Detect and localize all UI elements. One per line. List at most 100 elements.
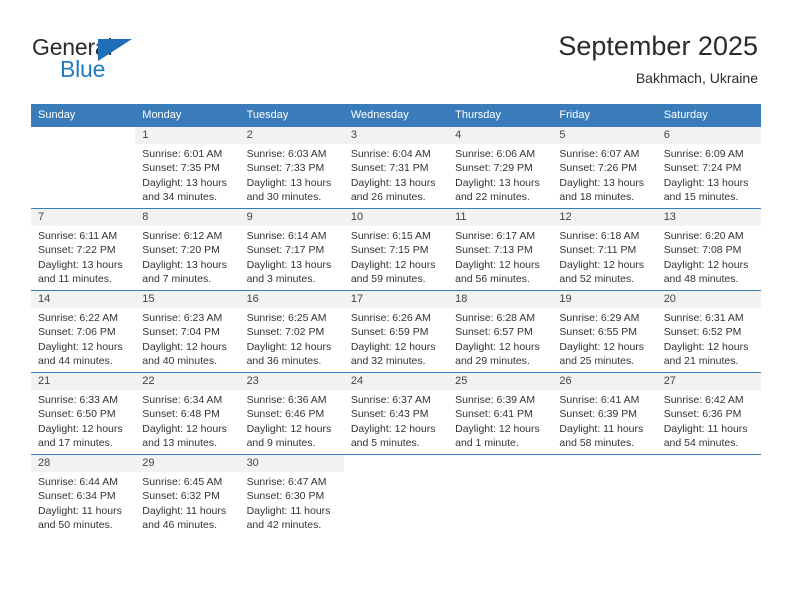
calendar-day-cell[interactable]: 9 Sunrise: 6:14 AM Sunset: 7:17 PM Daylight… (239, 208, 344, 290)
calendar-day-cell[interactable]: 22 Sunrise: 6:34 AM Sunset: 6:48 PM Dayligh… (135, 372, 240, 454)
day-sun-info: Sunrise: 6:06 AM Sunset: 7:29 PM Daylight:… (448, 144, 552, 204)
day-sun-info: Sunrise: 6:31 AM Sunset: 6:52 PM Daylight:… (657, 308, 761, 368)
calendar-day-cell[interactable]: 13 Sunrise: 6:20 AM Sunset: 7:08 PM Dayligh… (656, 208, 761, 290)
calendar-day-cell[interactable]: 23 Sunrise: 6:36 AM Sunset: 6:46 PM Dayligh… (239, 372, 344, 454)
sunset-text: Sunset: 7:24 PM (663, 162, 742, 175)
calendar-day-cell[interactable]: 1 Sunrise: 6:01 AM Sunset: 7:35 PM Daylight… (135, 126, 240, 208)
daylight-text-line2: and 5 minutes. (350, 436, 420, 449)
sunrise-text: Sunrise: 6:04 AM (350, 148, 431, 160)
calendar-day-cell[interactable]: 21 Sunrise: 6:33 AM Sunset: 6:50 PM Dayligh… (31, 372, 136, 454)
calendar-day-cell-empty (448, 454, 553, 536)
day-number (448, 455, 552, 472)
calendar-day-cell[interactable]: 18 Sunrise: 6:28 AM Sunset: 6:57 PM Dayligh… (448, 290, 553, 372)
calendar-day-cell[interactable]: 12 Sunrise: 6:18 AM Sunset: 7:11 PM Dayligh… (552, 208, 657, 290)
calendar-day-cell[interactable]: 19 Sunrise: 6:29 AM Sunset: 6:55 PM Dayligh… (552, 290, 657, 372)
sunrise-text: Sunrise: 6:47 AM (246, 476, 327, 488)
calendar-day-cell[interactable]: 24 Sunrise: 6:37 AM Sunset: 6:43 PM Dayligh… (343, 372, 449, 454)
daylight-text-line1: Daylight: 12 hours (350, 340, 436, 353)
daylight-text-line1: Daylight: 12 hours (455, 258, 540, 271)
day-number: 16 (239, 291, 344, 308)
sunset-text: Sunset: 7:11 PM (559, 244, 637, 257)
daylight-text-line2: and 29 minutes. (455, 354, 530, 367)
day-sun-info: Sunrise: 6:07 AM Sunset: 7:26 PM Daylight:… (552, 144, 656, 204)
day-sun-info: Sunrise: 6:37 AM Sunset: 6:43 PM Daylight:… (344, 390, 448, 450)
calendar-day-cell[interactable]: 14 Sunrise: 6:22 AM Sunset: 7:06 PM Dayligh… (31, 290, 136, 372)
day-number: 3 (343, 127, 449, 144)
calendar-table: Sunday Monday Tuesday Wednesday Thursday… (31, 104, 761, 536)
daylight-text-line2: and 54 minutes. (663, 436, 739, 449)
calendar-week-row: 7 Sunrise: 6:11 AM Sunset: 7:22 PM Daylight… (31, 208, 761, 290)
daylight-text-line2: and 34 minutes. (142, 190, 217, 203)
calendar-day-cell[interactable]: 7 Sunrise: 6:11 AM Sunset: 7:22 PM Daylight… (31, 208, 136, 290)
calendar-day-cell[interactable]: 28 Sunrise: 6:44 AM Sunset: 6:34 PM Dayligh… (31, 454, 136, 536)
sunrise-text: Sunrise: 6:39 AM (455, 394, 536, 406)
calendar-day-cell[interactable]: 8 Sunrise: 6:12 AM Sunset: 7:20 PM Daylight… (135, 208, 240, 290)
daylight-text-line2: and 59 minutes. (350, 272, 426, 285)
calendar-day-cell[interactable]: 29 Sunrise: 6:45 AM Sunset: 6:32 PM Dayligh… (135, 454, 240, 536)
calendar-day-cell[interactable]: 4 Sunrise: 6:06 AM Sunset: 7:29 PM Daylight… (448, 126, 553, 208)
day-number: 22 (135, 373, 240, 390)
calendar-day-cell[interactable]: 2 Sunrise: 6:03 AM Sunset: 7:33 PM Daylight… (239, 126, 344, 208)
calendar-day-cell[interactable]: 25 Sunrise: 6:39 AM Sunset: 6:41 PM Dayligh… (448, 372, 553, 454)
general-blue-logo[interactable]: General Blue (32, 34, 232, 86)
page-header: General Blue September 2025 Bakhmach, Uk… (0, 0, 792, 104)
calendar-day-cell[interactable]: 27 Sunrise: 6:42 AM Sunset: 6:36 PM Dayligh… (656, 372, 761, 454)
day-number: 10 (343, 209, 449, 226)
calendar-body: 1 Sunrise: 6:01 AM Sunset: 7:35 PM Daylight… (31, 126, 761, 536)
daylight-text-line2: and 32 minutes. (350, 354, 426, 367)
sunset-text: Sunset: 7:17 PM (246, 244, 325, 257)
calendar-day-cell[interactable]: 20 Sunrise: 6:31 AM Sunset: 6:52 PM Dayligh… (656, 290, 761, 372)
daylight-text-line1: Daylight: 12 hours (350, 422, 436, 435)
day-number: 19 (552, 291, 657, 308)
sunrise-text: Sunrise: 6:15 AM (350, 230, 431, 242)
daylight-text-line1: Daylight: 12 hours (455, 422, 540, 435)
day-number (31, 127, 135, 144)
calendar-day-cell[interactable]: 26 Sunrise: 6:41 AM Sunset: 6:39 PM Dayligh… (552, 372, 657, 454)
calendar-day-cell[interactable]: 10 Sunrise: 6:15 AM Sunset: 7:15 PM Dayligh… (343, 208, 449, 290)
daylight-text-line1: Daylight: 13 hours (350, 176, 436, 189)
daylight-text-line2: and 15 minutes. (663, 190, 739, 203)
sunset-text: Sunset: 7:35 PM (142, 162, 220, 175)
day-sun-info: Sunrise: 6:26 AM Sunset: 6:59 PM Daylight:… (344, 308, 448, 368)
sunrise-text: Sunrise: 6:01 AM (142, 148, 223, 160)
day-number: 25 (448, 373, 553, 390)
sunset-text: Sunset: 7:22 PM (38, 244, 116, 257)
calendar-day-cell[interactable]: 3 Sunrise: 6:04 AM Sunset: 7:31 PM Daylight… (343, 126, 449, 208)
sunset-text: Sunset: 7:26 PM (559, 162, 638, 175)
page-subtitle-location: Bakhmach, Ukraine (635, 70, 758, 86)
calendar-day-cell[interactable]: 6 Sunrise: 6:09 AM Sunset: 7:24 PM Daylight… (656, 126, 761, 208)
weekday-header-tuesday: Tuesday (239, 104, 344, 126)
day-number: 1 (135, 127, 240, 144)
daylight-text-line1: Daylight: 11 hours (38, 504, 122, 517)
day-number: 18 (448, 291, 553, 308)
sunset-text: Sunset: 7:15 PM (350, 244, 429, 257)
daylight-text-line1: Daylight: 12 hours (663, 258, 749, 271)
daylight-text-line2: and 58 minutes. (559, 436, 635, 449)
daylight-text-line2: and 44 minutes. (38, 354, 113, 367)
sunrise-text: Sunrise: 6:26 AM (350, 312, 431, 324)
day-number: 26 (552, 373, 657, 390)
calendar-day-cell[interactable]: 11 Sunrise: 6:17 AM Sunset: 7:13 PM Dayligh… (448, 208, 553, 290)
daylight-text-line2: and 3 minutes. (246, 272, 316, 285)
sunset-text: Sunset: 6:48 PM (142, 408, 220, 421)
daylight-text-line2: and 17 minutes. (38, 436, 113, 449)
daylight-text-line2: and 52 minutes. (559, 272, 635, 285)
sunrise-text: Sunrise: 6:34 AM (142, 394, 223, 406)
calendar-day-cell[interactable]: 5 Sunrise: 6:07 AM Sunset: 7:26 PM Daylight… (552, 126, 657, 208)
sunset-text: Sunset: 7:04 PM (142, 326, 220, 339)
calendar-day-cell[interactable]: 17 Sunrise: 6:26 AM Sunset: 6:59 PM Dayligh… (343, 290, 449, 372)
page-title: September 2025 (558, 31, 758, 61)
daylight-text-line2: and 46 minutes. (142, 518, 217, 531)
sunset-text: Sunset: 7:02 PM (246, 326, 325, 339)
calendar-day-cell[interactable]: 15 Sunrise: 6:23 AM Sunset: 7:04 PM Dayligh… (135, 290, 240, 372)
day-sun-info: Sunrise: 6:15 AM Sunset: 7:15 PM Daylight:… (344, 226, 448, 286)
calendar-day-cell[interactable]: 16 Sunrise: 6:25 AM Sunset: 7:02 PM Dayligh… (239, 290, 344, 372)
daylight-text-line2: and 30 minutes. (246, 190, 322, 203)
sunrise-text: Sunrise: 6:41 AM (559, 394, 640, 406)
sunrise-text: Sunrise: 6:12 AM (142, 230, 223, 242)
day-number: 24 (343, 373, 449, 390)
sunrise-text: Sunrise: 6:37 AM (350, 394, 431, 406)
calendar-day-cell[interactable]: 30 Sunrise: 6:47 AM Sunset: 6:30 PM Dayligh… (239, 454, 344, 536)
title-block: September 2025 Bakhmach, Ukraine (558, 30, 758, 88)
daylight-text-line2: and 21 minutes. (663, 354, 739, 367)
